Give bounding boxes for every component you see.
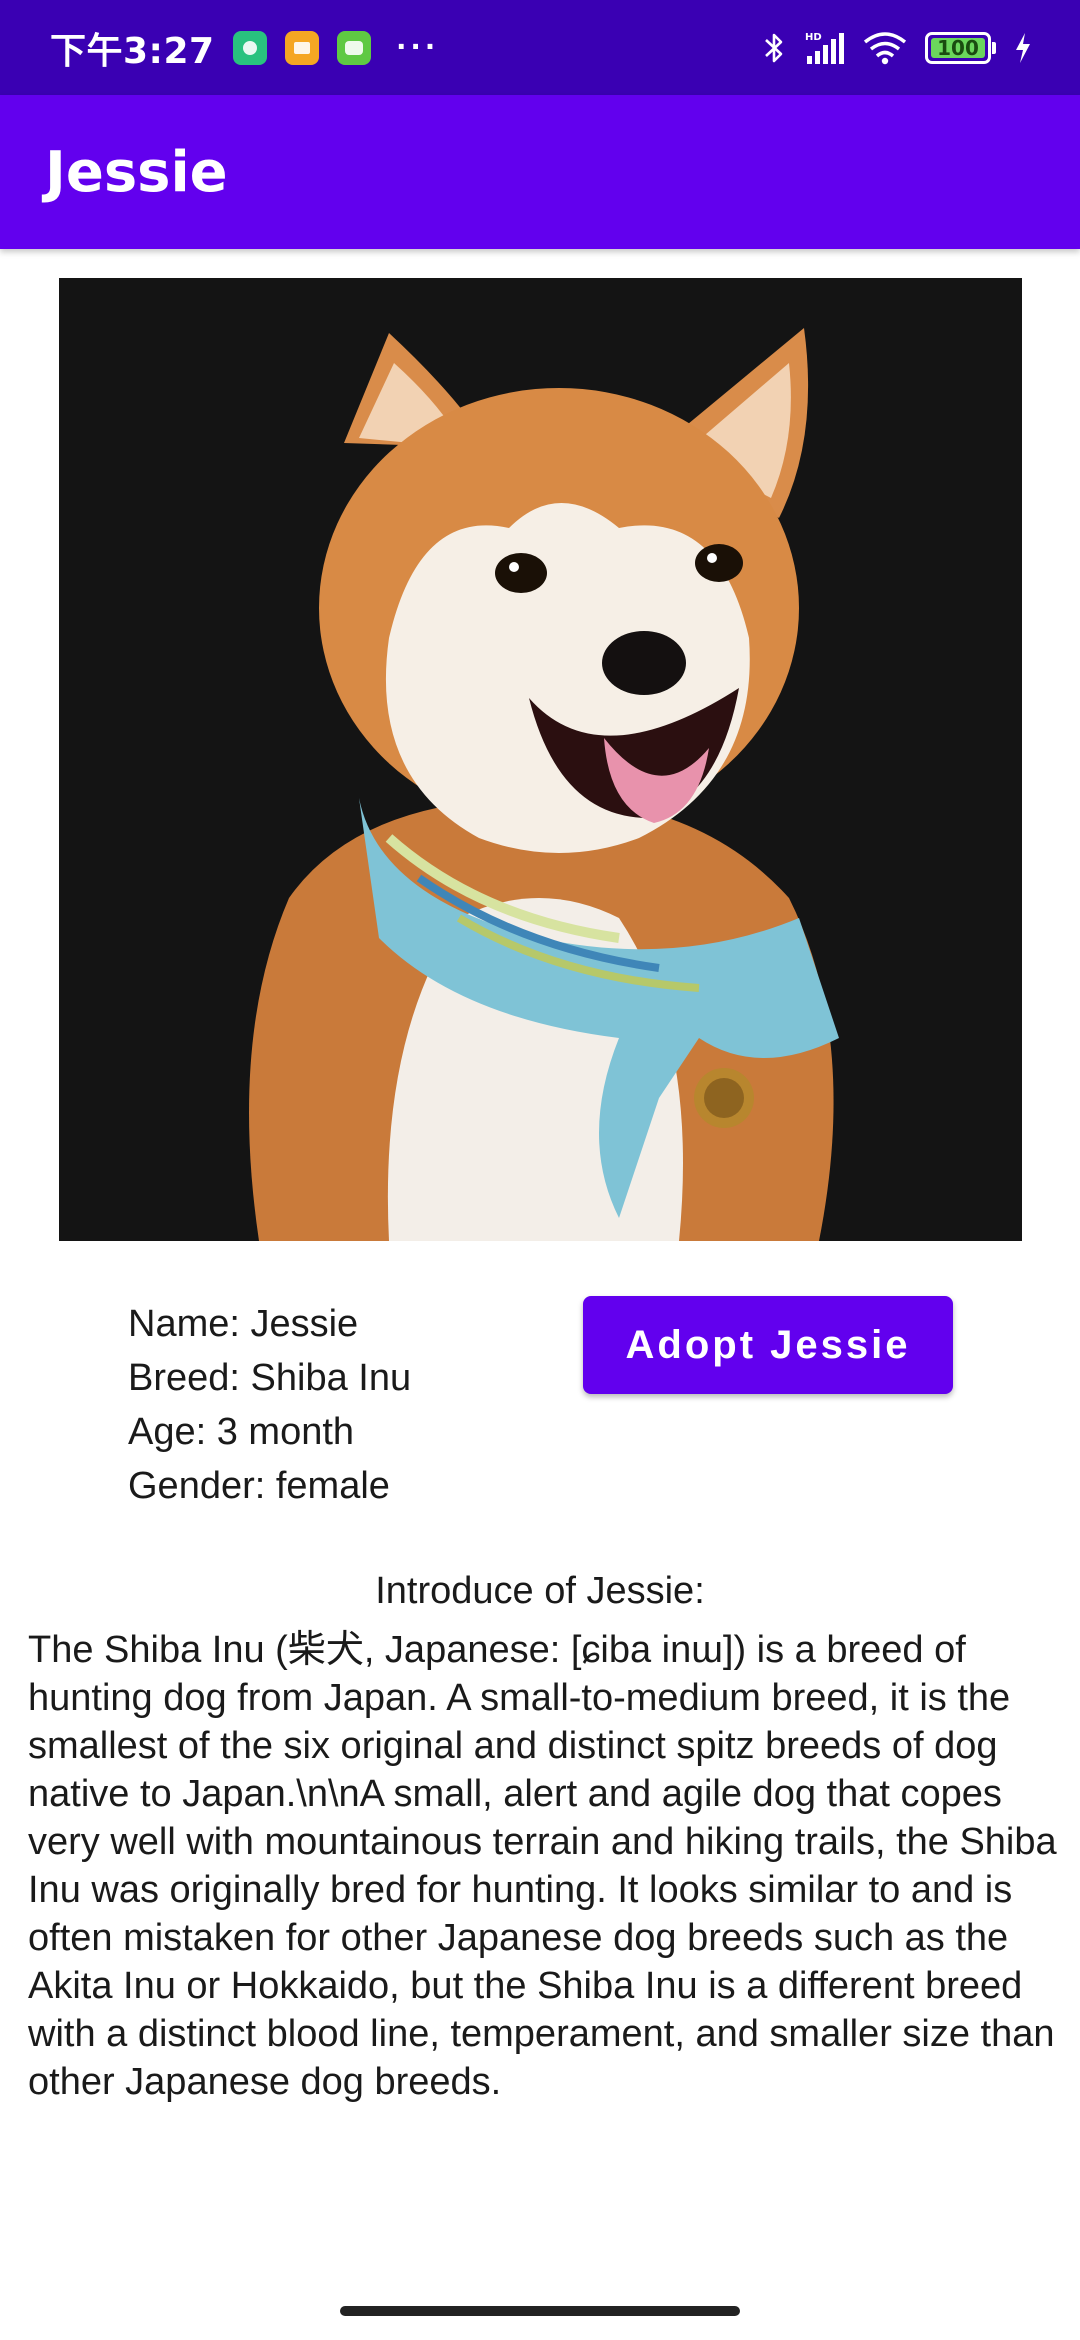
battery-icon: 100 <box>925 31 991 64</box>
pet-breed: Breed: Shiba Inu <box>128 1357 412 1399</box>
pet-age: Age: 3 month <box>128 1411 355 1453</box>
page-title: Jessie <box>45 139 228 205</box>
notes-app-icon <box>284 30 319 65</box>
intro-body: The Shiba Inu (柴犬, Japanese: [ɕiba inɯ])… <box>28 1629 1057 2103</box>
status-time: 下午3:27 <box>50 30 215 72</box>
status-right: HD 100 <box>763 30 1032 66</box>
wifi-icon <box>863 30 907 66</box>
app-bar: Jessie <box>0 95 1080 249</box>
pet-name: Name: Jessie <box>128 1303 359 1345</box>
status-bar: 下午3:27 ··· HD 100 <box>0 0 1080 95</box>
pet-gender: Gender: female <box>128 1465 390 1507</box>
status-left: 下午3:27 ··· <box>50 22 440 74</box>
charging-icon <box>1014 31 1032 65</box>
cellular-signal-icon: HD <box>803 30 845 66</box>
home-indicator[interactable] <box>340 2306 740 2316</box>
more-notifications-icon: ··· <box>396 28 440 66</box>
network-type-label: HD <box>805 32 822 43</box>
security-app-icon <box>232 30 267 65</box>
pet-details: Name: Jessie Breed: Shiba Inu Age: 3 mon… <box>128 1297 411 1513</box>
android-app-icon <box>336 30 371 65</box>
intro-title: Introduce of Jessie: <box>375 1570 705 1612</box>
bluetooth-icon <box>763 30 785 66</box>
dog-photo <box>59 278 1022 1241</box>
adopt-button[interactable]: Adopt Jessie <box>583 1296 953 1394</box>
battery-indicator: 100 <box>925 31 996 64</box>
battery-level: 100 <box>937 35 979 60</box>
